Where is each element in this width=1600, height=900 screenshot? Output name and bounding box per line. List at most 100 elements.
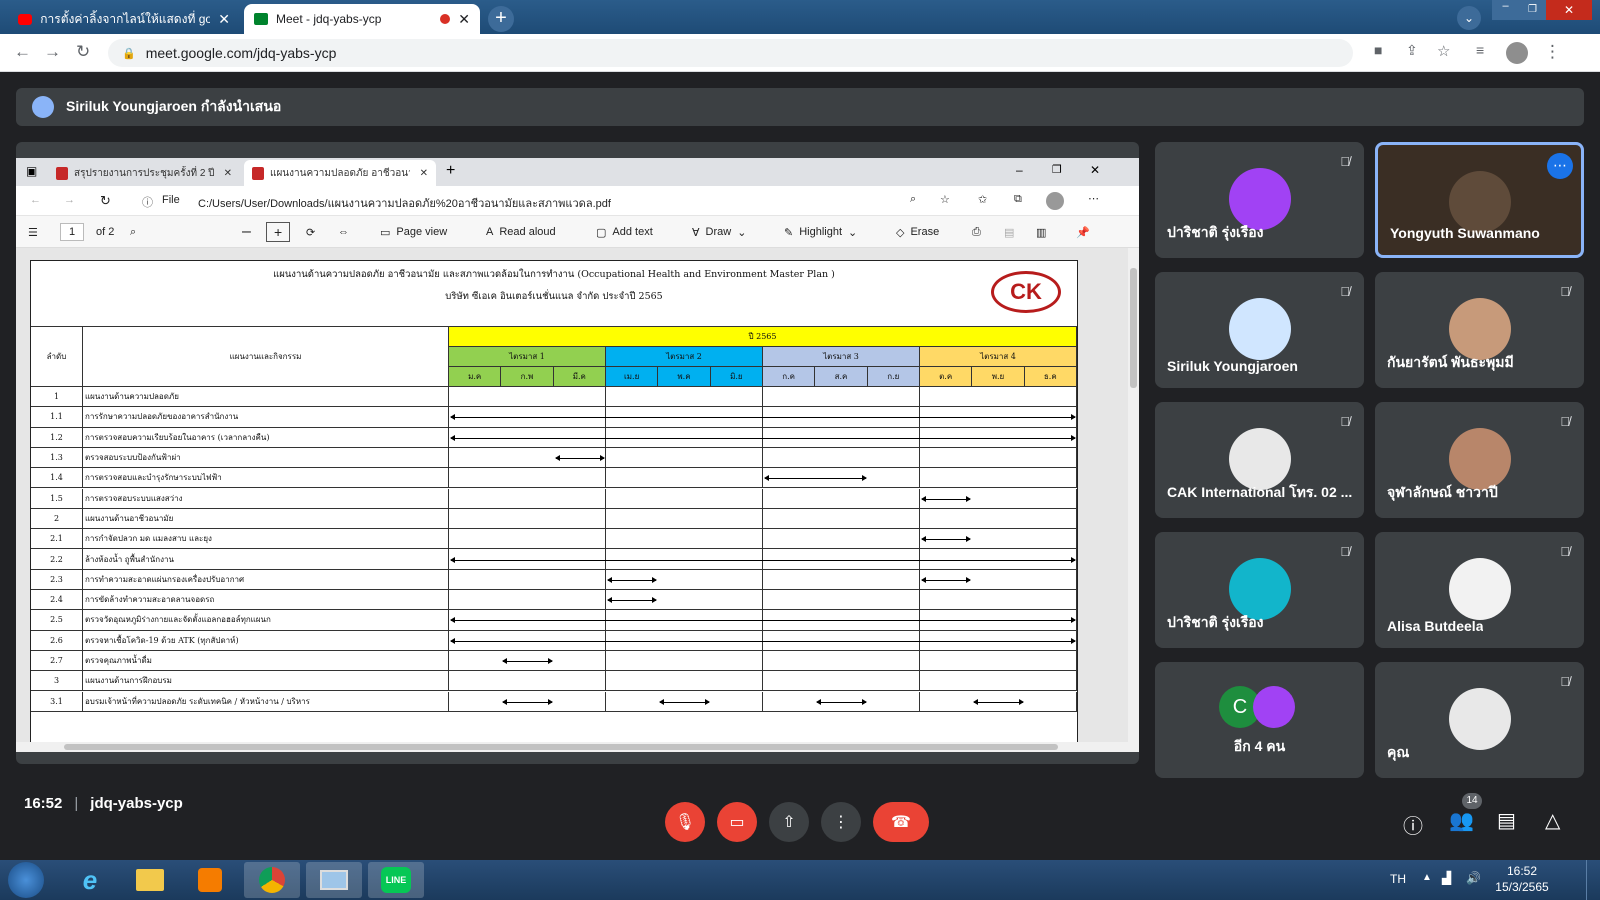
pdf-viewer[interactable]: แผนงานด้านความปลอดภัย อาชีวอนามัย และสภา… [16,248,1128,742]
new-tab-button[interactable]: + [488,6,514,32]
browser-tab-youtube[interactable]: การตั้งค่าลิ้งจากไลน์ให้แสดงที่ google ✕ [8,4,240,34]
omnibox[interactable]: 🔒 meet.google.com/jdq-yabs-ycp [108,39,1353,67]
mic-toggle-button[interactable]: 🎙 [665,802,705,842]
ie-icon[interactable]: e [62,862,118,898]
remote-desktop-icon[interactable] [306,862,362,898]
line-app-icon[interactable]: LINE [368,862,424,898]
participant-tile[interactable]: C อีก 4 คน [1155,662,1364,778]
chat-icon[interactable]: ▤ [1497,808,1516,833]
draw-button[interactable]: ∀ Draw ⌄ [692,216,746,248]
explorer-icon[interactable] [122,862,178,898]
print-icon[interactable]: ⎙ [972,216,981,248]
edge-tabstrip: ▣ สรุปรายงานการประชุมครั้งที่ 2 ปี 2564 … [16,158,1139,186]
new-tab-icon[interactable]: + [446,162,455,180]
save-as-icon[interactable]: ▥ [1036,216,1046,248]
bookmark-star-icon[interactable]: ☆ [1437,42,1450,60]
rotate-icon[interactable]: ⟳ [306,216,315,248]
tray-expand-icon[interactable]: ▲ [1422,872,1432,883]
file-path[interactable]: C:/Users/User/Downloads/แผนงานความปลอดภั… [198,194,611,212]
back-icon[interactable]: ← [30,194,41,206]
network-icon[interactable]: ▟ [1442,871,1451,885]
participant-tile[interactable]: ปาริชาติ รุ่งเรือง 🎙̸ [1155,532,1364,648]
tab-search-icon[interactable]: ⌄ [1457,6,1481,30]
close-window-icon[interactable]: ✕ [1546,0,1592,20]
page-view-button[interactable]: ▭ Page view [380,216,447,248]
favorites-icon[interactable]: ✩ [978,193,987,206]
camera-icon[interactable]: ■ [1374,42,1382,58]
zoom-in-icon[interactable]: + [266,222,291,242]
participant-tile[interactable]: Alisa Butdeela 🎙̸ [1375,532,1584,648]
zoom-icon[interactable]: ⌕ [910,193,916,206]
close-icon[interactable]: ✕ [458,11,470,28]
people-icon[interactable]: 👥 [1449,808,1474,833]
present-button[interactable]: ⇧ [769,802,809,842]
zoom-out-icon[interactable]: – [242,216,251,248]
meeting-info-icon[interactable]: ⓘ [1403,810,1423,839]
participant-tile[interactable]: CAK International โทร. 02 ... 🎙̸ [1155,402,1364,518]
clock-date[interactable]: 15/3/2565 [1486,880,1558,894]
chevron-down-icon[interactable]: ⌄ [848,226,857,239]
close-icon[interactable]: ✕ [218,11,230,28]
more-options-button[interactable]: ⋮ [821,802,861,842]
activities-icon[interactable]: △ [1545,808,1560,833]
scroll-thumb[interactable] [1130,268,1137,388]
browser-tab-meet[interactable]: Meet - jdq-yabs-ycp ✕ [244,4,480,34]
language-indicator[interactable]: TH [1390,872,1406,886]
chevron-down-icon[interactable]: ⌄ [737,226,746,239]
participant-tile[interactable]: Siriluk Youngjaroen 🎙̸ [1155,272,1364,388]
erase-button[interactable]: ◇ Erase [896,216,939,248]
volume-icon[interactable]: 🔊 [1466,871,1481,885]
profile-avatar[interactable] [1506,42,1528,64]
collections-icon[interactable]: ⧉ [1014,193,1022,206]
hangup-icon: ☎ [891,814,911,831]
schedule-arrow [450,637,1076,644]
horizontal-scrollbar[interactable] [16,742,1128,752]
start-button[interactable] [8,862,44,898]
close-window-icon[interactable]: ✕ [1090,163,1100,177]
edge-tab-report[interactable]: สรุปรายงานการประชุมครั้งที่ 2 ปี 2564 ✕ [48,160,240,186]
participant-tile[interactable]: ปาริชาติ รุ่งเรือง 🎙̸ [1155,142,1364,258]
tab-actions-icon[interactable]: ▣ [26,164,37,178]
highlight-button[interactable]: ✎ Highlight ⌄ [784,216,857,248]
add-text-button[interactable]: ▢ Add text [596,216,653,248]
participant-tile[interactable]: Yongyuth Suwanmano ⋯ [1375,142,1584,258]
scroll-thumb[interactable] [64,744,1058,750]
restore-icon[interactable]: ❐ [1519,0,1546,20]
camera-toggle-button[interactable]: ▭ [717,802,757,842]
close-icon[interactable]: ✕ [224,168,232,179]
media-player-icon[interactable] [182,862,238,898]
minimize-icon[interactable]: – [1016,163,1023,177]
forward-icon[interactable]: → [44,42,61,62]
back-icon[interactable]: ← [14,42,31,62]
participant-tile[interactable]: จุฬาลักษณ์ ชาวาปี 🎙̸ [1375,402,1584,518]
search-icon[interactable]: ⌕ [130,216,136,248]
reload-icon[interactable]: ↻ [100,193,111,209]
clock-time[interactable]: 16:52 [1492,864,1552,878]
forward-icon[interactable]: → [64,194,75,206]
read-aloud-button[interactable]: A Read aloud [486,216,556,248]
more-icon[interactable]: ⋯ [1088,192,1099,205]
participant-tile[interactable]: คุณ 🎙̸ [1375,662,1584,778]
favorites-add-icon[interactable]: ☆ [940,193,950,206]
more-options-icon[interactable]: ⋯ [1547,153,1573,179]
menu-icon[interactable]: ⋮ [1544,42,1561,62]
save-icon[interactable]: ▤ [1004,216,1014,248]
fit-page-icon[interactable]: ⇔ [338,216,349,248]
restore-icon[interactable]: ❐ [1052,163,1062,176]
participant-name: Alisa Butdeela [1387,618,1484,634]
reload-icon[interactable]: ↻ [76,42,90,62]
contents-icon[interactable]: ☰ [28,216,38,248]
page-number-input[interactable]: 1 [60,223,85,241]
participant-tile[interactable]: กันยารัตน์ พันธะพุมมี 🎙̸ [1375,272,1584,388]
leave-call-button[interactable]: ☎ [873,802,929,842]
media-queue-icon[interactable]: ≡ [1476,42,1484,58]
edge-tab-plan[interactable]: แผนงานความปลอดภัย อาชีวอนามัยและ ✕ [244,160,436,186]
chrome-icon[interactable] [244,862,300,898]
show-desktop-button[interactable] [1586,860,1600,900]
minimize-icon[interactable]: – [1492,0,1519,20]
share-icon[interactable]: ⇪ [1406,42,1418,59]
close-icon[interactable]: ✕ [420,168,428,179]
profile-avatar[interactable] [1046,192,1064,210]
vertical-scrollbar[interactable] [1128,248,1139,752]
pin-icon[interactable]: 📌 [1076,216,1090,248]
